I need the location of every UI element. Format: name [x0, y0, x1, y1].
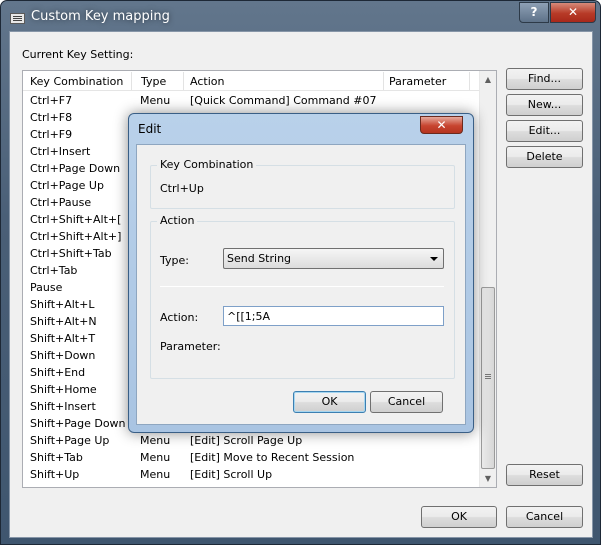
col-parameter[interactable]: Parameter — [389, 75, 446, 88]
row-type: Menu — [140, 468, 171, 481]
col-divider[interactable] — [469, 72, 470, 90]
key-combination-group: Key Combination Ctrl+Up — [150, 158, 455, 209]
row-action: [Edit] Scroll Up — [190, 468, 273, 481]
row-key: Shift+Insert — [30, 400, 96, 413]
scroll-down-arrow-icon[interactable]: ▼ — [480, 470, 496, 487]
action-input[interactable] — [223, 306, 444, 326]
row-key: Shift+Up — [30, 468, 80, 481]
row-key: Shift+End — [30, 366, 86, 379]
list-vertical-scrollbar[interactable]: ▲ ▼ — [479, 71, 496, 487]
cancel-button[interactable]: Cancel — [506, 506, 583, 528]
row-key: Shift+Page Down — [30, 417, 126, 430]
table-row[interactable]: Shift+Up Menu [Edit] Scroll Up — [23, 467, 481, 484]
ok-button[interactable]: OK — [421, 506, 497, 528]
table-row[interactable]: Shift+Tab Menu [Edit] Move to Recent Sessi… — [23, 450, 481, 467]
action-group: Action Type: Send String Action: Paramet… — [150, 214, 455, 379]
key-combination-group-label: Key Combination — [157, 158, 257, 171]
key-combination-value: Ctrl+Up — [160, 182, 204, 195]
row-key: Ctrl+Page Up — [30, 179, 104, 192]
row-key: Ctrl+F7 — [30, 94, 73, 107]
action-group-label: Action — [157, 214, 198, 227]
row-key: Shift+Alt+N — [30, 315, 97, 328]
table-row[interactable]: Shift+Page Up Menu [Edit] Scroll Page Up — [23, 433, 481, 450]
delete-button[interactable]: Delete — [506, 146, 583, 168]
current-key-setting-label: Current Key Setting: — [22, 48, 134, 61]
row-key: Shift+Tab — [30, 451, 83, 464]
row-action: [Quick Command] Command #07 — [190, 94, 377, 107]
col-divider[interactable] — [183, 72, 184, 90]
row-key: Ctrl+Shift+Alt+] — [30, 230, 122, 243]
row-key: Ctrl+Tab — [30, 264, 78, 277]
row-key: Ctrl+Shift+Tab — [30, 247, 112, 260]
col-divider[interactable] — [383, 72, 384, 90]
row-action: [Edit] Move to Recent Session — [190, 451, 355, 464]
scroll-thumb[interactable] — [481, 287, 495, 469]
row-key: Pause — [30, 281, 63, 294]
type-label: Type: — [160, 254, 189, 267]
reset-button[interactable]: Reset — [506, 464, 583, 486]
action-label: Action: — [160, 311, 199, 324]
edit-dialog-client: Key Combination Ctrl+Up Action Type: Sen… — [136, 144, 466, 425]
row-key: Shift+Page Up — [30, 434, 110, 447]
edit-cancel-button[interactable]: Cancel — [370, 391, 443, 413]
row-key: Ctrl+F8 — [30, 111, 73, 124]
row-type: Menu — [140, 451, 171, 464]
new-button[interactable]: New... — [506, 94, 583, 116]
close-button[interactable]: ✕ — [550, 2, 596, 23]
find-button[interactable]: Find... — [506, 68, 583, 90]
edit-dialog-title: Edit — [138, 122, 162, 136]
type-select[interactable]: Send String — [223, 248, 444, 269]
row-key: Shift+Down — [30, 349, 96, 362]
row-key: Shift+Alt+T — [30, 332, 96, 345]
list-header: Key Combination Type Action Parameter — [23, 71, 481, 91]
grip-icon — [485, 374, 491, 375]
row-key: Ctrl+Page Down — [30, 162, 121, 175]
row-action: [Edit] Scroll Page Up — [190, 434, 303, 447]
row-key: Ctrl+Pause — [30, 196, 92, 209]
row-key: Shift+Home — [30, 383, 97, 396]
edit-close-button[interactable]: ✕ — [420, 116, 463, 134]
edit-dialog: Edit ✕ Key Combination Ctrl+Up Action Ty… — [128, 113, 474, 433]
row-key: Shift+Alt+L — [30, 298, 95, 311]
row-type: Menu — [140, 94, 171, 107]
window-title: Custom Key mapping — [31, 9, 170, 24]
col-action[interactable]: Action — [190, 75, 224, 88]
scroll-up-arrow-icon[interactable]: ▲ — [480, 71, 496, 88]
dropdown-arrow-icon — [430, 257, 438, 261]
col-type[interactable]: Type — [141, 75, 166, 88]
row-key: Ctrl+Shift+Alt+[ — [30, 213, 122, 226]
row-type: Menu — [140, 434, 171, 447]
edit-ok-button[interactable]: OK — [293, 391, 366, 413]
keyboard-icon — [10, 13, 25, 24]
separator — [160, 286, 444, 287]
row-key: Ctrl+F9 — [30, 128, 73, 141]
row-key: Ctrl+Insert — [30, 145, 91, 158]
parameter-label: Parameter: — [160, 340, 221, 353]
col-divider[interactable] — [131, 72, 132, 90]
edit-button[interactable]: Edit... — [506, 120, 583, 142]
col-key-combination[interactable]: Key Combination — [30, 75, 123, 88]
type-select-value: Send String — [227, 252, 292, 265]
table-row[interactable]: Ctrl+F7 Menu [Quick Command] Command #07 — [23, 93, 481, 110]
help-button[interactable]: ? — [519, 2, 549, 23]
